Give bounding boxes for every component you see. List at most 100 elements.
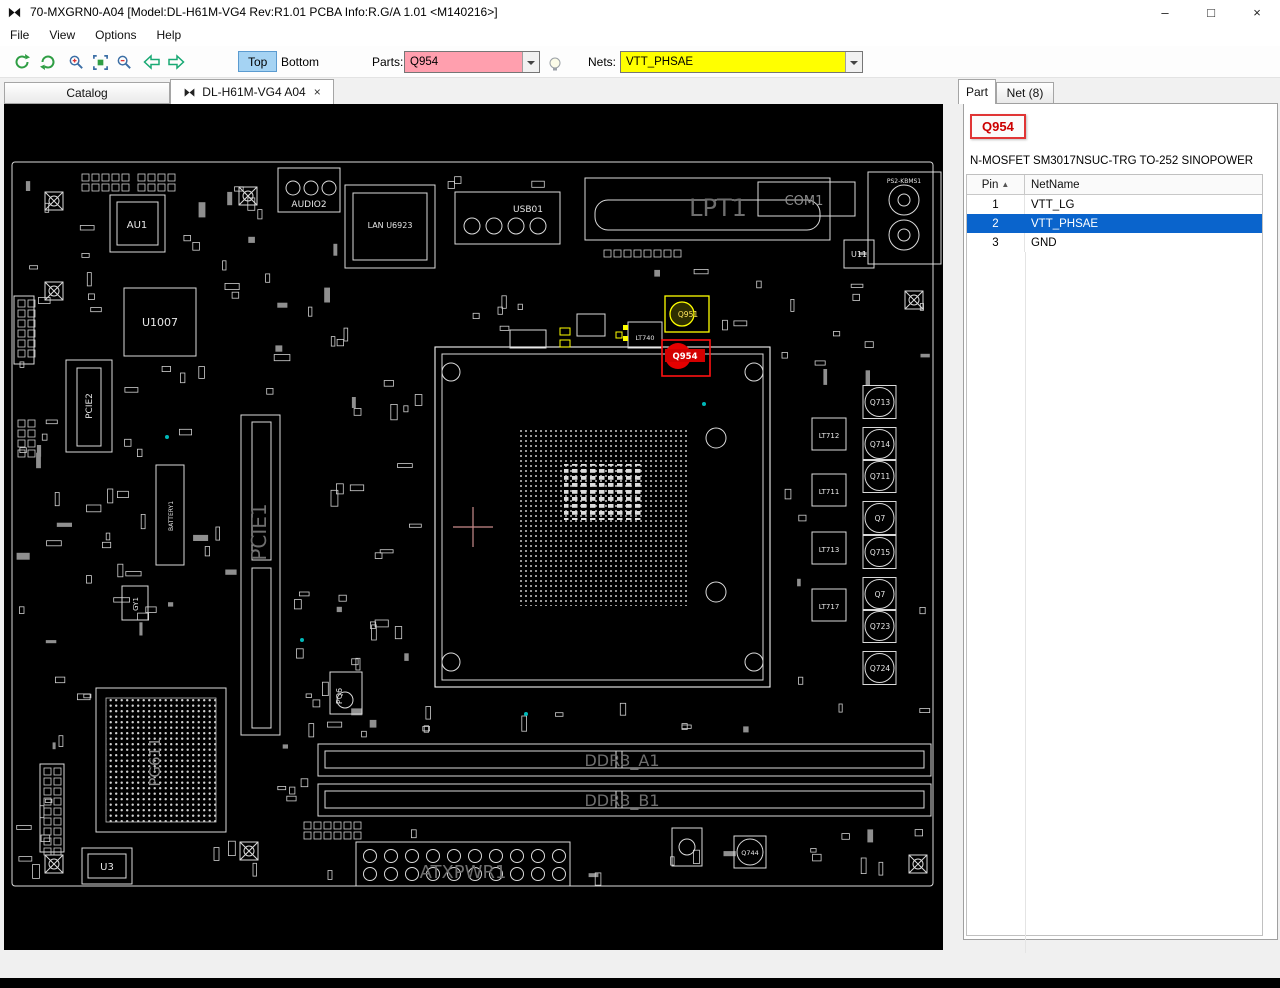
- pin-header-label: Pin: [981, 178, 999, 191]
- menu-help[interactable]: Help: [147, 25, 192, 45]
- component-label-q714: Q714: [870, 440, 890, 449]
- atx-power-connector[interactable]: ATXPWR1: [355, 841, 571, 887]
- u1007-chip[interactable]: U1007: [123, 287, 197, 357]
- q744-choke[interactable]: Q744: [733, 835, 767, 869]
- au1-chip[interactable]: AU1: [109, 194, 166, 253]
- table-row[interactable]: 1 VTT_LG: [967, 195, 1262, 214]
- audio2-connector[interactable]: AUDIO2: [277, 167, 341, 213]
- component-label-lt717: LT717: [819, 603, 840, 611]
- component-label-q713: Q713: [870, 398, 890, 407]
- table-empty-area: [967, 252, 1262, 953]
- misc-box: [576, 313, 606, 337]
- zoom-in-icon[interactable]: [64, 50, 88, 74]
- table-row[interactable]: 3 GND: [967, 233, 1262, 252]
- component-label-ps2: PS2-KBMS1: [887, 178, 921, 185]
- back-arrow-icon[interactable]: [140, 50, 164, 74]
- panel-tab-part[interactable]: Part: [958, 79, 996, 104]
- vrm-drivers[interactable]: LT712 LT711 LT713 LT717: [811, 417, 847, 622]
- nets-combobox[interactable]: VTT_PHSAE: [620, 51, 863, 73]
- pg611-chip[interactable]: PG611: [95, 687, 227, 833]
- forward-arrow-icon[interactable]: [164, 50, 188, 74]
- net-cell: GND: [1031, 236, 1057, 249]
- tab-catalog[interactable]: Catalog: [4, 82, 170, 104]
- component-label-q724: Q724: [870, 664, 890, 673]
- table-row-selected[interactable]: 2 VTT_PHSAE: [967, 214, 1262, 233]
- column-header-netname[interactable]: NetName: [1025, 175, 1262, 194]
- bottom-bar: [0, 978, 1280, 988]
- toolbar: Top Bottom Parts: Q954 Nets: VTT_PHSAE: [0, 46, 1280, 78]
- bulb-icon[interactable]: [543, 52, 567, 76]
- highlight-lt740[interactable]: LT740: [623, 321, 663, 349]
- misc-bottom-component: [671, 827, 703, 867]
- component-label-pcie1: PCIE1: [247, 503, 271, 560]
- parts-combobox-value: Q954: [405, 52, 522, 72]
- maximize-button[interactable]: □: [1188, 0, 1234, 24]
- rotate-icon[interactable]: [36, 50, 60, 74]
- pin-cell: 3: [967, 233, 1025, 252]
- crosshair: [453, 507, 493, 547]
- component-label-lan: LAN U6923: [368, 221, 413, 230]
- parts-dropdown-arrow-icon[interactable]: [522, 52, 539, 72]
- tab-board-view[interactable]: DL-H61M-VG4 A04 ×: [170, 79, 334, 104]
- component-label-atxpwr1: ATXPWR1: [420, 862, 507, 883]
- component-label-q951: Q951: [678, 310, 698, 319]
- com1-connector[interactable]: COM1: [757, 181, 856, 217]
- window-title: 70-MXGRN0-A04 [Model:DL-H61M-VG4 Rev:R1.…: [30, 5, 498, 19]
- parts-label: Parts:: [372, 55, 404, 69]
- component-label-q723: Q723: [870, 622, 890, 631]
- parts-combobox[interactable]: Q954: [404, 51, 540, 73]
- lan-connector[interactable]: LAN U6923: [344, 184, 436, 269]
- gy1[interactable]: GY1: [121, 585, 149, 621]
- board-tab-icon: [183, 86, 196, 99]
- title-bar: 70-MXGRN0-A04 [Model:DL-H61M-VG4 Rev:R1.…: [0, 0, 1280, 24]
- menu-bar: File View Options Help: [0, 24, 1280, 46]
- panel-tab-net[interactable]: Net (8): [996, 82, 1054, 104]
- nets-dropdown-arrow-icon[interactable]: [845, 52, 862, 72]
- component-label-usb01: USB01: [513, 205, 543, 215]
- component-label-lt713: LT713: [819, 546, 840, 554]
- highlight-q954[interactable]: Q954: [661, 339, 711, 377]
- menu-file[interactable]: File: [0, 25, 39, 45]
- board-view[interactable]: .o{fill:none;stroke:#dadada;stroke-width…: [4, 104, 943, 950]
- ddr3-a1-slot[interactable]: DDR3_A1: [317, 743, 932, 777]
- vrm-chokes[interactable]: Q713 Q714 Q711 Q7 Q715 Q7 Q723 Q724: [862, 385, 897, 685]
- pcie1-slot[interactable]: PCIE1: [240, 414, 281, 736]
- minimize-button[interactable]: –: [1142, 0, 1188, 24]
- app-window: 70-MXGRN0-A04 [Model:DL-H61M-VG4 Rev:R1.…: [0, 0, 1280, 988]
- panel-tab-net-label: Net (8): [1006, 86, 1044, 100]
- tab-row: Catalog DL-H61M-VG4 A04 × Part Net (8): [0, 78, 1280, 104]
- nets-label: Nets:: [588, 55, 617, 69]
- nets-combobox-value: VTT_PHSAE: [621, 52, 845, 72]
- component-label-u3: U3: [100, 862, 114, 873]
- pin-cell: 1: [967, 195, 1025, 214]
- part-info-panel: Q954 N-MOSFET SM3017NSUC-TRG TO-252 SINO…: [963, 103, 1278, 953]
- column-header-pin[interactable]: Pin ▲: [967, 175, 1025, 194]
- pcie2-slot[interactable]: PCIE2: [65, 359, 113, 453]
- tab-catalog-label: Catalog: [66, 86, 108, 100]
- ddr3-b1-slot[interactable]: DDR3_B1: [317, 783, 932, 817]
- menu-options[interactable]: Options: [85, 25, 146, 45]
- component-label-q715: Q715: [870, 548, 890, 557]
- highlight-q951[interactable]: Q951: [664, 295, 710, 333]
- pin-net-table: Pin ▲ NetName 1 VTT_LG 2 VTT_PHSAE 3 GND: [966, 174, 1263, 953]
- menu-view[interactable]: View: [39, 25, 85, 45]
- component-label-lpt1: LPT1: [689, 194, 747, 222]
- component-label-gy1: GY1: [132, 597, 140, 611]
- cpu-socket[interactable]: [434, 346, 771, 688]
- component-label-au1: AU1: [127, 220, 148, 231]
- netname-header-label: NetName: [1031, 178, 1080, 191]
- panel-tab-part-label: Part: [965, 85, 988, 99]
- zoom-out-icon[interactable]: [112, 50, 136, 74]
- net-cell: VTT_LG: [1031, 198, 1075, 211]
- lpt1-connector[interactable]: LPT1: [584, 177, 831, 241]
- refresh-icon[interactable]: [10, 50, 34, 74]
- part-description: N-MOSFET SM3017NSUC-TRG TO-252 SINOPOWER: [970, 155, 1254, 167]
- battery1[interactable]: BATTERY1: [155, 464, 185, 566]
- component-label-ddr3-b1: DDR3_B1: [584, 791, 659, 811]
- tab-close-icon[interactable]: ×: [314, 85, 321, 99]
- view-bottom-toggle[interactable]: Bottom: [272, 51, 328, 72]
- close-button[interactable]: ×: [1234, 0, 1280, 24]
- component-label-com1: COM1: [785, 194, 824, 209]
- u3-chip[interactable]: U3: [81, 847, 133, 885]
- zoom-fit-icon[interactable]: [88, 50, 112, 74]
